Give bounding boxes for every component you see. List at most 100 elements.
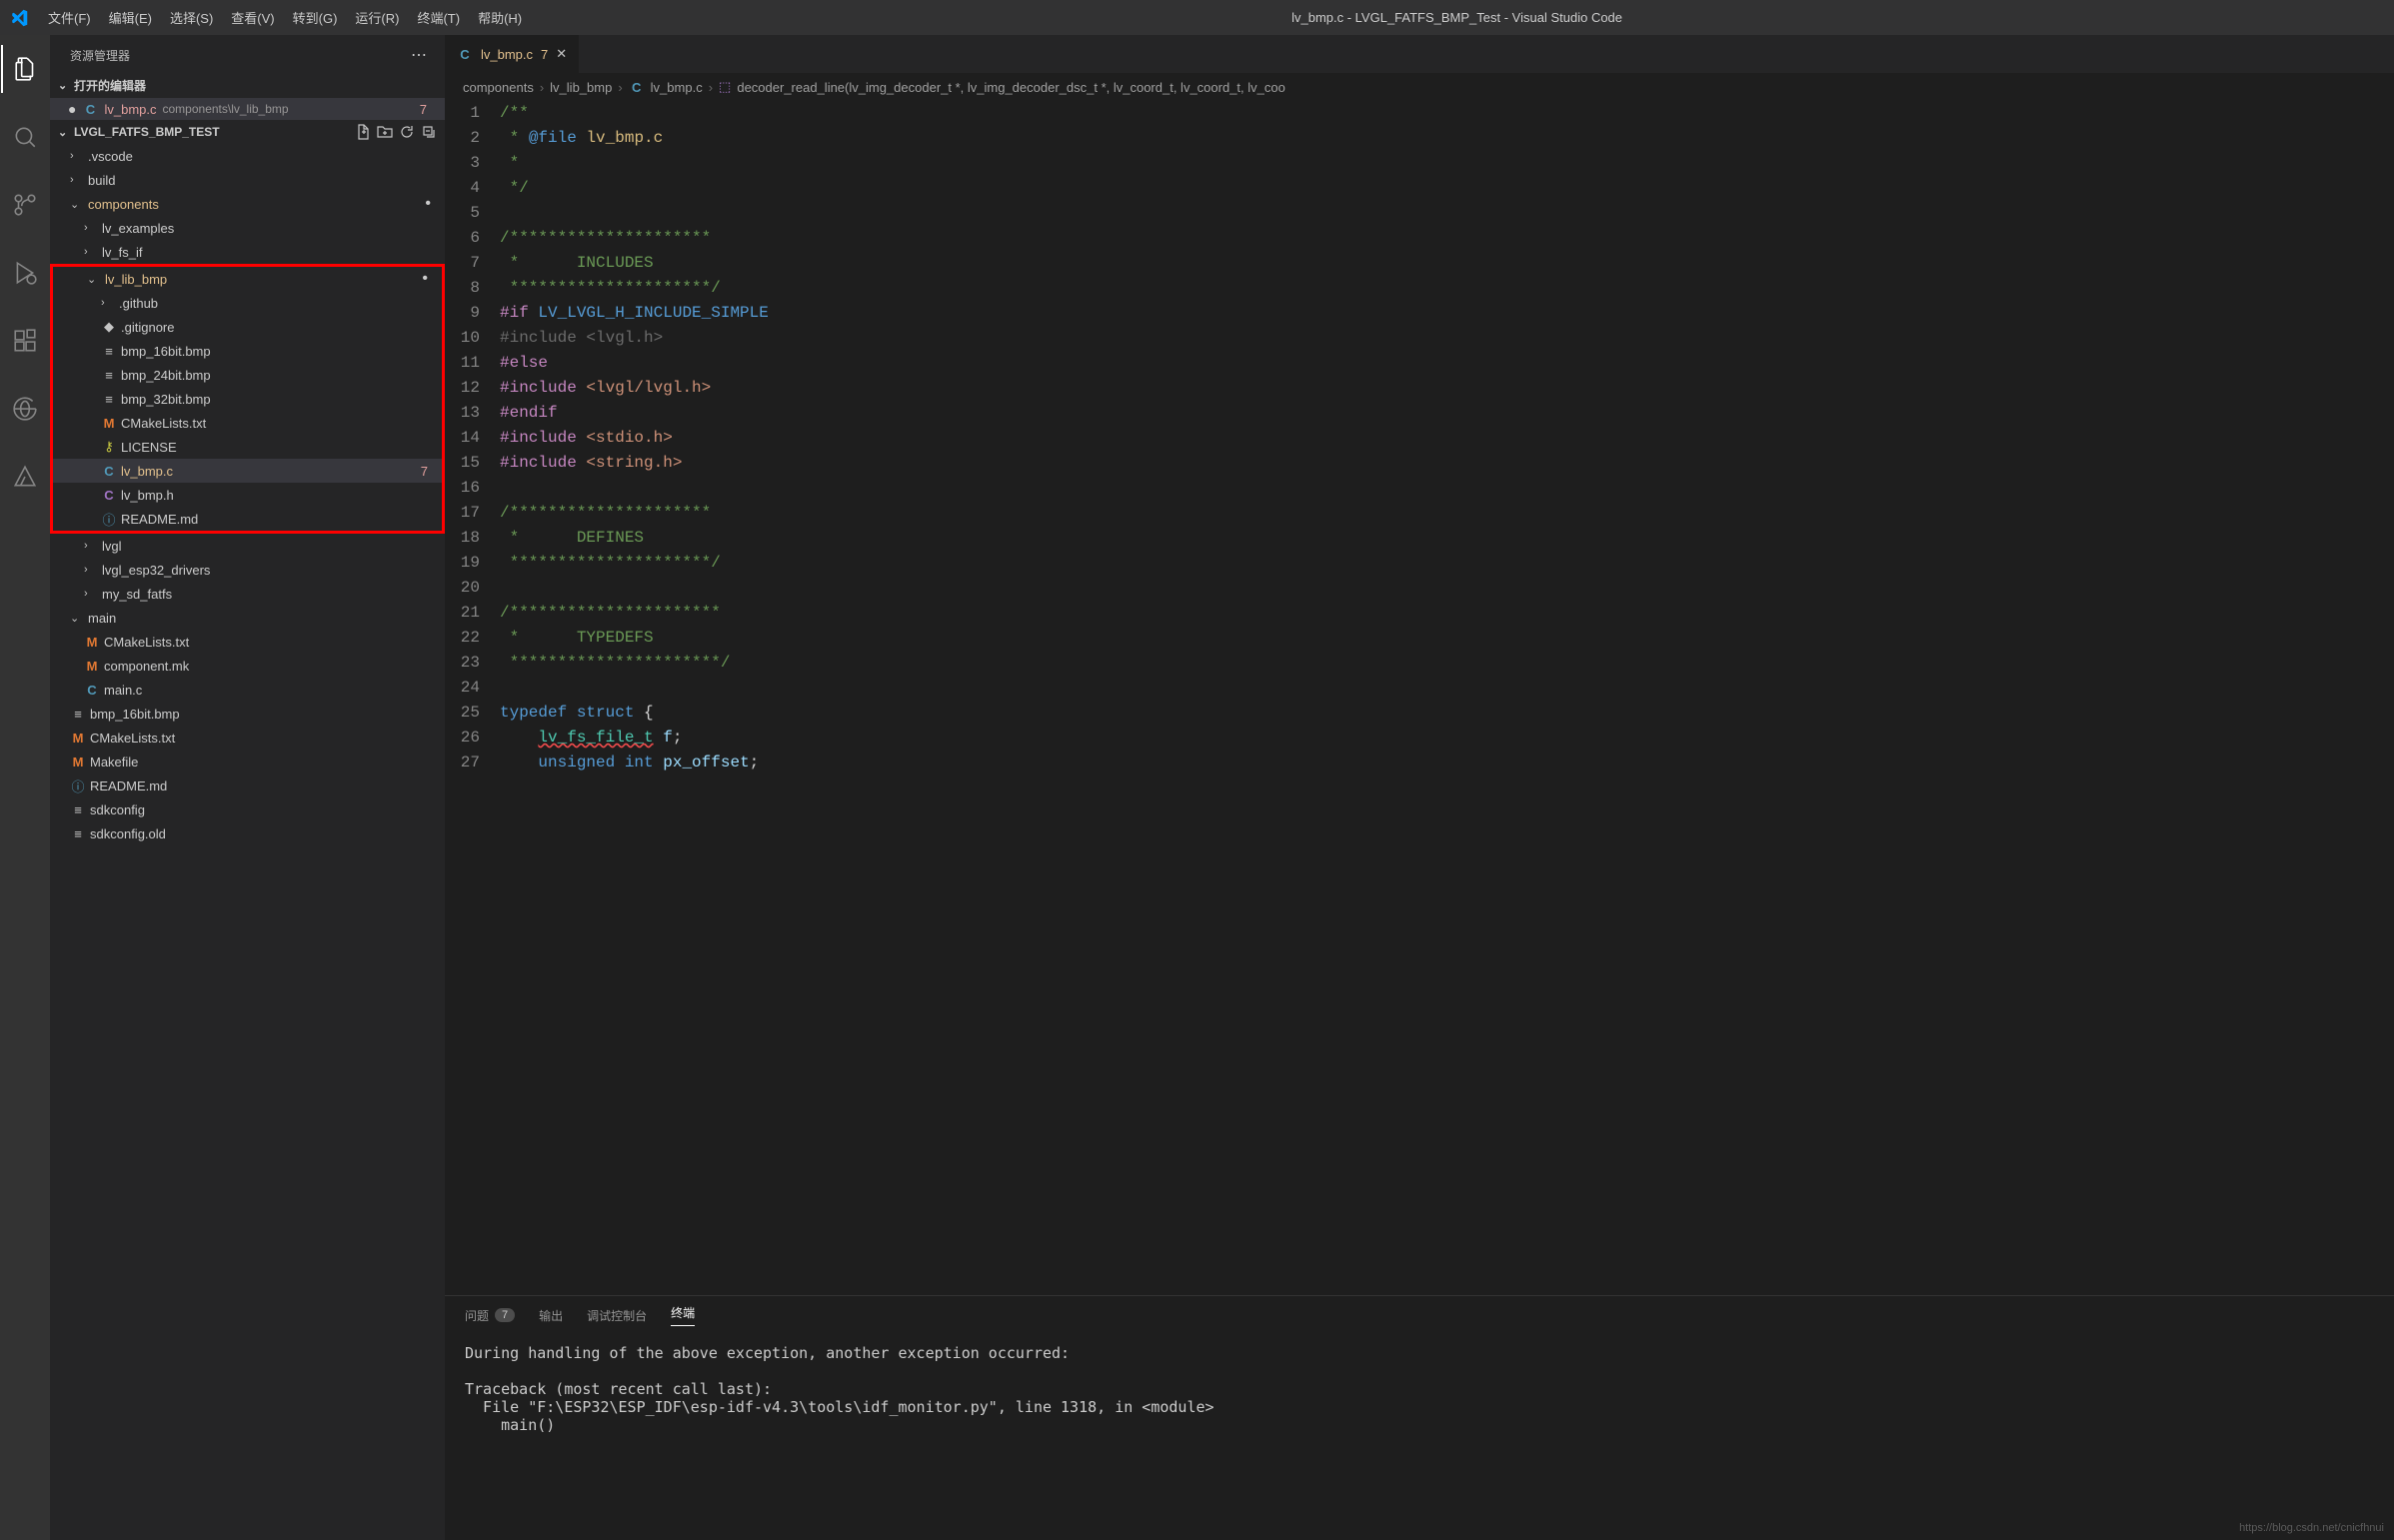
tree-file-sdkconfig[interactable]: ≡sdkconfig xyxy=(50,797,445,821)
tree-file-main-c[interactable]: Cmain.c xyxy=(50,678,445,702)
refresh-icon[interactable] xyxy=(399,124,415,140)
new-folder-icon[interactable] xyxy=(377,124,393,140)
tree-folder-lv-fs-if[interactable]: ›lv_fs_if xyxy=(50,240,445,264)
dirty-indicator-icon: ● xyxy=(68,101,76,117)
tree-file-license[interactable]: ⚷LICENSE xyxy=(53,435,442,459)
tree-folder-components[interactable]: ⌄components• xyxy=(50,192,445,216)
panel-tab-output[interactable]: 输出 xyxy=(539,1304,563,1326)
explorer-icon[interactable] xyxy=(1,45,49,93)
tree-file-component-mk[interactable]: Mcomponent.mk xyxy=(50,654,445,678)
open-editor-filename: lv_bmp.c xyxy=(104,102,156,117)
remote-icon[interactable] xyxy=(1,385,49,433)
window-title: lv_bmp.c - LVGL_FATFS_BMP_Test - Visual … xyxy=(530,10,2384,25)
chevron-right-icon: › xyxy=(70,174,84,186)
chevron-right-icon: › xyxy=(84,222,98,234)
tree-file-bmp16-root[interactable]: ≡bmp_16bit.bmp xyxy=(50,702,445,726)
tree-file-cmake3[interactable]: MCMakeLists.txt xyxy=(50,726,445,750)
menu-selection[interactable]: 选择(S) xyxy=(162,4,221,31)
tree-file-lv-bmp-c[interactable]: Clv_bmp.c7 xyxy=(53,459,442,483)
m-file-icon: M xyxy=(101,416,117,431)
file-icon: ◆ xyxy=(101,319,117,335)
menu-terminal[interactable]: 终端(T) xyxy=(409,4,468,31)
tree-folder-my-sd[interactable]: ›my_sd_fatfs xyxy=(50,582,445,606)
tree-file-readme1[interactable]: ⓘREADME.md xyxy=(53,507,442,531)
info-icon: ⓘ xyxy=(70,776,86,795)
tree-file-cmake2[interactable]: MCMakeLists.txt xyxy=(50,630,445,654)
bottom-panel: 问题 7 输出 调试控制台 终端 During handling of the … xyxy=(445,1295,2394,1540)
chevron-right-icon: › xyxy=(540,80,544,95)
breadcrumb-part[interactable]: lv_bmp.c xyxy=(651,80,703,95)
tree-file-cmake1[interactable]: MCMakeLists.txt xyxy=(53,411,442,435)
breadcrumb-symbol[interactable]: decoder_read_line(lv_img_decoder_t *, lv… xyxy=(737,80,1285,95)
file-icon: ≡ xyxy=(101,368,117,383)
tree-folder-lvgl[interactable]: ›lvgl xyxy=(50,534,445,558)
breadcrumb-part[interactable]: components xyxy=(463,80,534,95)
c-file-icon: C xyxy=(84,683,100,698)
new-file-icon[interactable] xyxy=(355,124,371,140)
tree-folder-vscode[interactable]: ›.vscode xyxy=(50,144,445,168)
source-control-icon[interactable] xyxy=(1,181,49,229)
menu-help[interactable]: 帮助(H) xyxy=(470,4,530,31)
menu-bar: 文件(F) 编辑(E) 选择(S) 查看(V) 转到(G) 运行(R) 终端(T… xyxy=(40,4,530,31)
panel-tab-terminal[interactable]: 终端 xyxy=(671,1304,695,1326)
tree-folder-lvgl-drivers[interactable]: ›lvgl_esp32_drivers xyxy=(50,558,445,582)
chevron-right-icon: › xyxy=(84,246,98,258)
menu-go[interactable]: 转到(G) xyxy=(285,4,346,31)
open-editor-path: components\lv_lib_bmp xyxy=(163,102,289,116)
menu-run[interactable]: 运行(R) xyxy=(347,4,407,31)
project-name: LVGL_FATFS_BMP_TEST xyxy=(74,125,220,139)
tree-file-makefile[interactable]: MMakefile xyxy=(50,750,445,773)
license-icon: ⚷ xyxy=(101,439,117,455)
collapse-all-icon[interactable] xyxy=(421,124,437,140)
explorer-more-icon[interactable]: ⋯ xyxy=(411,45,427,65)
run-debug-icon[interactable] xyxy=(1,249,49,297)
modified-dot-icon: • xyxy=(422,274,434,284)
symbol-method-icon: ⬚ xyxy=(719,79,731,95)
panel-tabs: 问题 7 输出 调试控制台 终端 xyxy=(445,1296,2394,1334)
c-file-icon: C xyxy=(629,80,645,95)
chevron-down-icon: ⌄ xyxy=(58,79,74,92)
file-tree: ›.vscode ›build ⌄components• ›lv_example… xyxy=(50,144,445,1540)
breadcrumb[interactable]: components › lv_lib_bmp › C lv_bmp.c › ⬚… xyxy=(445,73,2394,101)
open-editor-badge: 7 xyxy=(420,102,435,117)
tree-file-readme2[interactable]: ⓘREADME.md xyxy=(50,773,445,797)
chevron-right-icon: › xyxy=(84,588,98,600)
code-editor[interactable]: 1234567891011121314151617181920212223242… xyxy=(445,101,2394,1295)
open-editors-header[interactable]: ⌄ 打开的编辑器 xyxy=(50,73,445,98)
cmake-icon[interactable] xyxy=(1,453,49,501)
explorer-sidebar: 资源管理器 ⋯ ⌄ 打开的编辑器 ● C lv_bmp.c components… xyxy=(50,35,445,1540)
modified-dot-icon: • xyxy=(425,199,437,209)
project-header[interactable]: ⌄ LVGL_FATFS_BMP_TEST xyxy=(50,120,445,144)
breadcrumb-part[interactable]: lv_lib_bmp xyxy=(550,80,612,95)
search-icon[interactable] xyxy=(1,113,49,161)
panel-tab-problems[interactable]: 问题 7 xyxy=(465,1304,515,1326)
menu-view[interactable]: 查看(V) xyxy=(223,4,282,31)
tree-folder-github[interactable]: ›.github xyxy=(53,291,442,315)
c-file-icon: C xyxy=(457,47,473,62)
file-icon: ≡ xyxy=(101,344,117,359)
close-icon[interactable]: ✕ xyxy=(556,46,567,62)
open-editor-item[interactable]: ● C lv_bmp.c components\lv_lib_bmp 7 xyxy=(50,98,445,120)
tree-folder-main[interactable]: ⌄main xyxy=(50,606,445,630)
menu-edit[interactable]: 编辑(E) xyxy=(101,4,160,31)
tree-file-gitignore[interactable]: ◆.gitignore xyxy=(53,315,442,339)
chevron-right-icon: › xyxy=(70,150,84,162)
tree-file-bmp32[interactable]: ≡bmp_32bit.bmp xyxy=(53,387,442,411)
code-content[interactable]: /** * @file lv_bmp.c * */ /*************… xyxy=(500,101,2394,1295)
tree-folder-lv-lib-bmp[interactable]: ⌄lv_lib_bmp• xyxy=(53,267,442,291)
error-badge: 7 xyxy=(421,464,434,479)
watermark: https://blog.csdn.net/cnicfhnui xyxy=(2239,1522,2384,1534)
tree-file-lv-bmp-h[interactable]: Clv_bmp.h xyxy=(53,483,442,507)
tree-folder-lv-examples[interactable]: ›lv_examples xyxy=(50,216,445,240)
extensions-icon[interactable] xyxy=(1,317,49,365)
tree-file-bmp24[interactable]: ≡bmp_24bit.bmp xyxy=(53,363,442,387)
editor-area: C lv_bmp.c 7 ✕ components › lv_lib_bmp ›… xyxy=(445,35,2394,1540)
terminal-output[interactable]: During handling of the above exception, … xyxy=(445,1334,2394,1540)
tree-file-sdkconfig-old[interactable]: ≡sdkconfig.old xyxy=(50,821,445,845)
activity-bar xyxy=(0,35,50,1540)
tree-folder-build[interactable]: ›build xyxy=(50,168,445,192)
tab-lv-bmp-c[interactable]: C lv_bmp.c 7 ✕ xyxy=(445,35,579,73)
panel-tab-debug[interactable]: 调试控制台 xyxy=(587,1304,647,1326)
tree-file-bmp16[interactable]: ≡bmp_16bit.bmp xyxy=(53,339,442,363)
menu-file[interactable]: 文件(F) xyxy=(40,4,99,31)
